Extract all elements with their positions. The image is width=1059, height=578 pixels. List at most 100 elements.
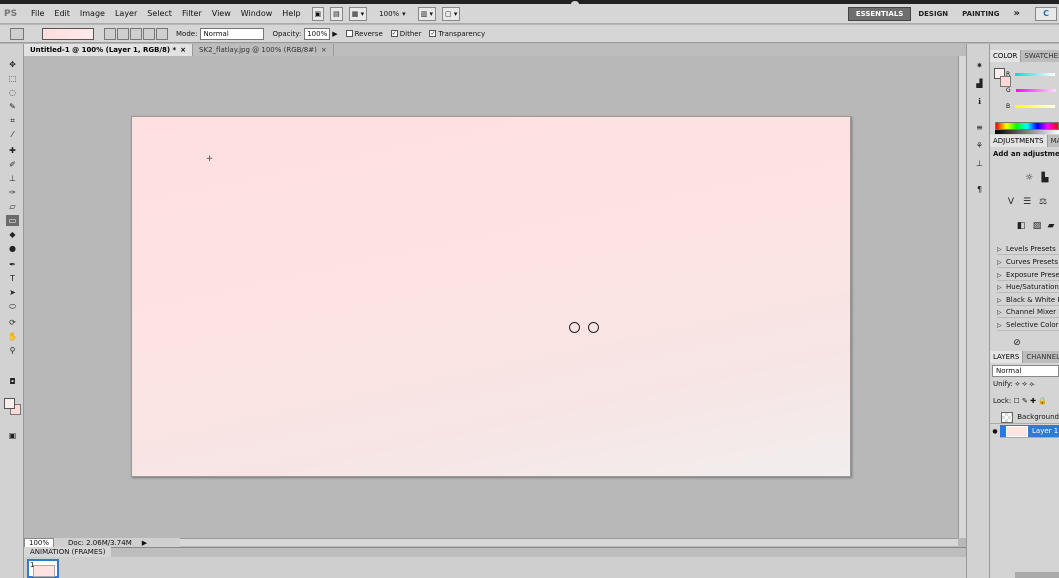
unify-icons[interactable]: ⟡ ⟢ ⟣: [1013, 380, 1034, 388]
preset-curves[interactable]: ▷ Curves Presets: [997, 256, 1059, 268]
tab-swatches[interactable]: SWATCHES: [1021, 50, 1059, 62]
color-slider-green[interactable]: G: [1006, 86, 1056, 94]
crop-tool-icon[interactable]: ⌗: [6, 115, 19, 126]
tool-preset-picker[interactable]: [10, 27, 24, 40]
move-tool-icon[interactable]: ✥: [6, 59, 19, 70]
lasso-tool-icon[interactable]: ◌: [6, 87, 19, 98]
threshold-icon[interactable]: ▨: [1030, 220, 1044, 232]
bridge-button[interactable]: ▣: [311, 6, 325, 21]
hand-tool-icon[interactable]: ✋: [6, 331, 19, 342]
layer-row-background[interactable]: Background: [990, 411, 1059, 424]
status-menu-arrow[interactable]: ▶: [142, 539, 147, 547]
brushes-icon[interactable]: ⚘: [973, 140, 986, 151]
visibility-toggle-icon[interactable]: ●: [990, 424, 1000, 438]
workspace-design[interactable]: DESIGN: [911, 10, 955, 18]
reverse-checkbox[interactable]: [345, 30, 353, 37]
hue-saturation-icon[interactable]: ☰: [1020, 196, 1034, 208]
eraser-tool-icon[interactable]: ▱: [6, 201, 19, 212]
preset-black-white[interactable]: ▷Black & White Presets: [997, 294, 1059, 306]
workspace-painting[interactable]: PAINTING: [955, 10, 1006, 18]
paragraph-icon[interactable]: ¶: [973, 184, 986, 195]
chevron-down-icon[interactable]: ▾: [402, 10, 406, 18]
spot-healing-tool-icon[interactable]: ✚: [6, 145, 19, 156]
preset-selective-color[interactable]: ▷Selective Color Presets: [997, 319, 1059, 331]
return-to-adjustment-list-icon[interactable]: ⊘: [1010, 337, 1024, 349]
cs-live-button[interactable]: C: [1035, 6, 1057, 21]
navigator-icon[interactable]: ✷: [973, 60, 986, 71]
menu-edit[interactable]: Edit: [49, 9, 75, 18]
status-zoom[interactable]: 100%: [24, 537, 55, 548]
opacity-input[interactable]: 100%: [304, 27, 331, 40]
type-tool-icon[interactable]: T: [6, 273, 19, 284]
document-canvas[interactable]: [131, 116, 851, 477]
close-icon[interactable]: ×: [321, 46, 327, 54]
gradient-map-icon[interactable]: ▰: [1044, 220, 1058, 232]
blur-tool-icon[interactable]: ◆: [6, 229, 19, 240]
path-selection-tool-icon[interactable]: ➤: [6, 287, 19, 298]
clone-stamp-tool-icon[interactable]: ⊥: [6, 173, 19, 184]
horizontal-scrollbar[interactable]: [180, 538, 958, 546]
reflected-gradient-button[interactable]: [143, 27, 155, 40]
slider-track[interactable]: [1015, 72, 1056, 76]
screen-mode-button[interactable]: ▢ ▾: [442, 6, 461, 21]
arrange-documents-button[interactable]: ▥ ▾: [417, 6, 437, 21]
lock-icons[interactable]: ☐ ✎ ✚ 🔒: [1011, 397, 1047, 405]
screen-mode-icon[interactable]: ▣: [6, 430, 19, 441]
preset-exposure[interactable]: ▷Exposure Presets: [997, 269, 1059, 281]
marquee-tool-icon[interactable]: ⬚: [6, 73, 19, 84]
clone-source-icon[interactable]: ⊥: [973, 158, 986, 169]
pen-tool-icon[interactable]: ✒: [6, 259, 19, 270]
dodge-tool-icon[interactable]: ●: [6, 243, 19, 254]
layer-row-layer-1[interactable]: ● Layer 1: [990, 424, 1059, 438]
color-slider-blue[interactable]: B: [1006, 102, 1056, 110]
radial-gradient-button[interactable]: [117, 27, 129, 40]
shape-tool-icon[interactable]: ⬭: [6, 301, 19, 312]
menu-help[interactable]: Help: [277, 9, 305, 18]
tab-layers[interactable]: LAYERS: [990, 351, 1024, 363]
zoom-tool-icon[interactable]: ⚲: [6, 345, 19, 356]
menu-select[interactable]: Select: [142, 9, 177, 18]
color-slider-red[interactable]: R: [1006, 70, 1056, 78]
info-icon[interactable]: ℹ: [973, 96, 986, 107]
close-icon[interactable]: ×: [180, 46, 186, 54]
gradient-editor-swatch[interactable]: [42, 27, 94, 40]
dither-checkbox[interactable]: ✓: [390, 30, 398, 37]
3d-rotate-tool-icon[interactable]: ⟳: [6, 317, 19, 328]
preset-hue-saturation[interactable]: ▷Hue/Saturation Presets: [997, 281, 1059, 293]
mode-select[interactable]: Normal: [200, 27, 265, 40]
brightness-icon[interactable]: ☼: [1022, 172, 1036, 184]
brush-tool-icon[interactable]: ✐: [6, 159, 19, 170]
photo-filter-icon[interactable]: ◧: [1014, 220, 1028, 232]
transparency-checkbox[interactable]: ✓: [429, 30, 437, 37]
menu-layer[interactable]: Layer: [110, 9, 142, 18]
diamond-gradient-button[interactable]: [156, 27, 168, 40]
slider-track[interactable]: [1015, 88, 1056, 92]
workspace-essentials[interactable]: ESSENTIALS: [847, 6, 912, 21]
gradient-tool-icon[interactable]: ▭: [6, 215, 19, 226]
menu-image[interactable]: Image: [75, 9, 110, 18]
menu-filter[interactable]: Filter: [177, 9, 207, 18]
preset-channel-mixer[interactable]: ▷Channel Mixer Presets: [997, 306, 1059, 318]
tab-sk2-flatlay[interactable]: SK2_flatlay.jpg @ 100% (RGB/8#) ×: [193, 44, 334, 56]
quick-selection-tool-icon[interactable]: ✎: [6, 101, 19, 112]
eyedropper-tool-icon[interactable]: ⁄: [6, 129, 19, 140]
animation-panel-tab[interactable]: ANIMATION (FRAMES): [24, 547, 112, 557]
foreground-color-swatch[interactable]: [4, 398, 15, 409]
vibrance-icon[interactable]: V: [1004, 196, 1018, 208]
tab-untitled-1[interactable]: Untitled-1 @ 100% (Layer 1, RGB/8) * ×: [24, 44, 194, 56]
angle-gradient-button[interactable]: [130, 27, 142, 40]
blend-mode-select[interactable]: Normal: [992, 365, 1059, 377]
workspace-more-button[interactable]: »: [1007, 8, 1027, 19]
linear-gradient-button[interactable]: [104, 27, 116, 40]
tab-adjustments[interactable]: ADJUSTMENTS: [990, 135, 1048, 147]
tab-color[interactable]: COLOR: [990, 50, 1022, 62]
grayscale-ramp[interactable]: [995, 130, 1059, 134]
zoom-level-menu[interactable]: 100%: [379, 10, 399, 18]
history-brush-tool-icon[interactable]: ✑: [6, 187, 19, 198]
quick-mask-icon[interactable]: ◘: [6, 376, 19, 387]
panel-resize-handle[interactable]: [1015, 572, 1059, 578]
menu-window[interactable]: Window: [236, 9, 278, 18]
vertical-scrollbar[interactable]: [958, 56, 966, 538]
color-spectrum-bar[interactable]: [995, 122, 1059, 130]
menu-view[interactable]: View: [207, 9, 236, 18]
